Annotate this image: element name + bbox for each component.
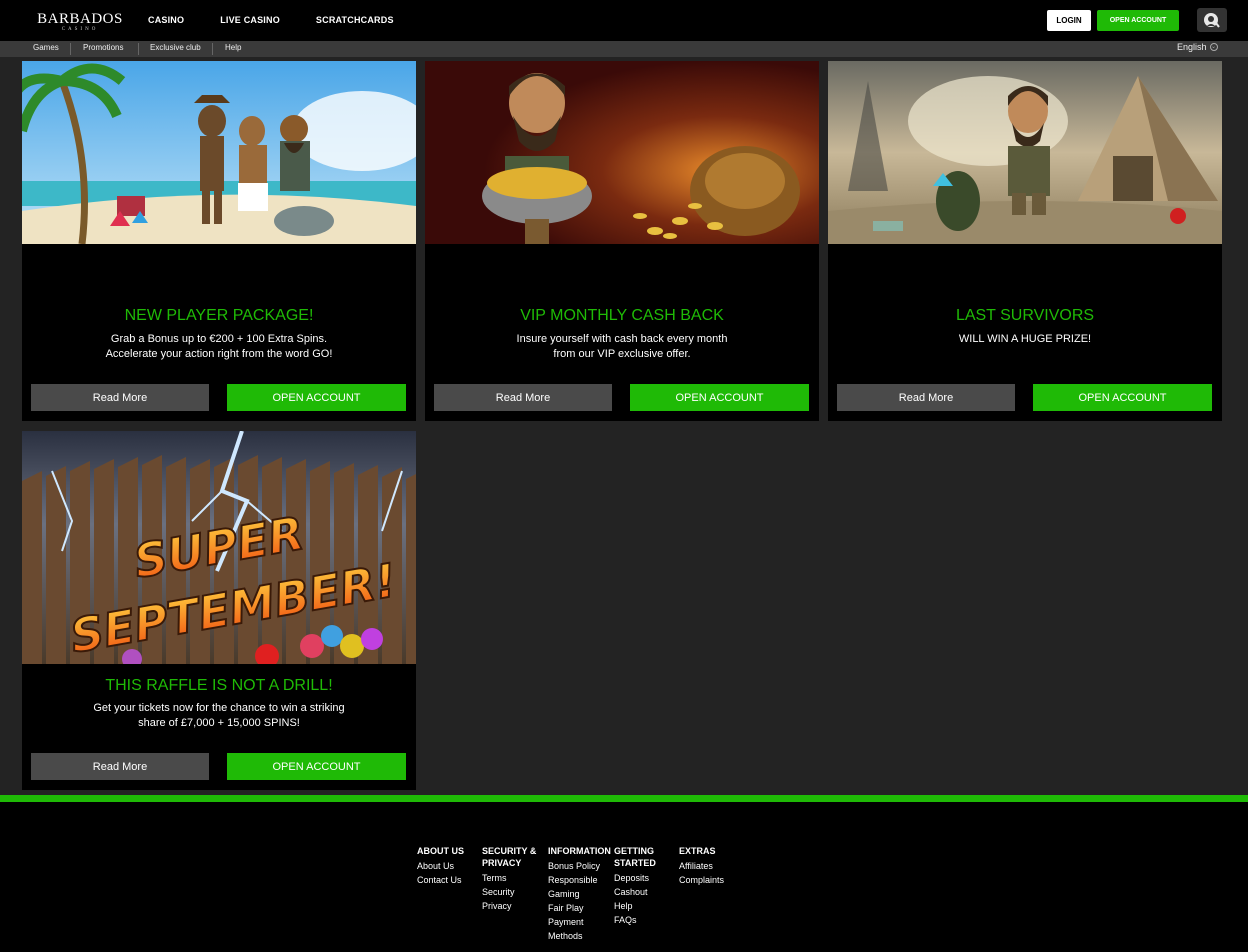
footer-link-privacy[interactable]: Privacy xyxy=(482,899,536,913)
top-bar: BARBADOS CASINO CASINO LIVE CASINO SCRAT… xyxy=(0,0,1248,41)
footer-link-fair-play[interactable]: Fair Play xyxy=(548,901,611,915)
open-account-button[interactable]: OPEN ACCOUNT xyxy=(1033,384,1212,411)
open-account-button[interactable]: OPEN ACCOUNT xyxy=(227,753,406,780)
promo-title: LAST SURVIVORS xyxy=(955,307,1095,324)
promo-description: WILL WIN A HUGE PRIZE! xyxy=(878,332,1172,347)
open-account-button[interactable]: OPEN ACCOUNT xyxy=(1097,10,1179,31)
read-more-button[interactable]: Read More xyxy=(31,384,209,411)
footer-link-methods[interactable]: Methods xyxy=(548,929,611,943)
promo-card-super-september: SUPER SEPTEMBER! THIS RAFFLE IS NOT A DR… xyxy=(22,431,416,790)
barbados-logo[interactable]: BARBADOS CASINO xyxy=(32,11,128,33)
promo-text-line: WILL WIN A HUGE PRIZE! xyxy=(958,333,1092,345)
subnav-divider xyxy=(212,43,213,55)
footer-link-about-us[interactable]: About Us xyxy=(417,859,464,873)
footer-link-security[interactable]: Security xyxy=(482,885,536,899)
footer-link-responsible[interactable]: Responsible xyxy=(548,873,611,887)
footer-heading: SECURITY & PRIVACY xyxy=(482,846,537,868)
footer-heading: GETTING STARTED xyxy=(614,846,656,868)
subnav-promotions[interactable]: Promotions xyxy=(83,43,123,52)
nav-scratchcards[interactable]: SCRATCHCARDS xyxy=(316,15,394,25)
chat-support-button[interactable] xyxy=(1197,8,1227,32)
logo-text: BARBADOS xyxy=(37,11,123,27)
read-more-button[interactable]: Read More xyxy=(31,753,209,780)
language-label: English xyxy=(1177,42,1207,52)
promo-image-super-september: SUPER SEPTEMBER! xyxy=(22,431,416,664)
promo-image-beach xyxy=(22,61,416,244)
footer-link-contact-us[interactable]: Contact Us xyxy=(417,873,464,887)
promo-description: Insure yourself with cash back every mon… xyxy=(475,332,769,362)
footer-link-complaints[interactable]: Complaints xyxy=(679,873,724,887)
language-selector[interactable]: English ⌄ xyxy=(1177,42,1218,52)
footer-column-about: ABOUT US About Us Contact Us xyxy=(417,845,464,887)
footer-column-extras: EXTRAS Affiliates Complaints xyxy=(679,845,724,887)
promo-card-vip-cashback: VIP MONTHLY CASH BACK Insure yourself wi… xyxy=(425,61,819,421)
footer-column-information: INFORMATION Bonus Policy Responsible Gam… xyxy=(548,845,611,943)
footer-heading: EXTRAS xyxy=(679,846,716,856)
footer-link-payment[interactable]: Payment xyxy=(548,915,611,929)
read-more-button[interactable]: Read More xyxy=(837,384,1015,411)
nav-live-casino[interactable]: LIVE CASINO xyxy=(220,15,280,25)
nav-casino[interactable]: CASINO xyxy=(148,15,184,25)
footer-link-deposits[interactable]: Deposits xyxy=(614,871,656,885)
promo-image-pyramid xyxy=(828,61,1222,244)
footer-link-help[interactable]: Help xyxy=(614,899,656,913)
promo-description: Get your tickets now for the chance to w… xyxy=(72,701,366,731)
promo-title: THIS RAFFLE IS NOT A DRILL! xyxy=(105,677,333,694)
footer-column-security: SECURITY & PRIVACY Terms Security Privacy xyxy=(482,845,536,913)
subnav-help[interactable]: Help xyxy=(225,43,241,52)
promo-text-line: Get your tickets now for the chance to w… xyxy=(93,702,345,714)
promo-description: Grab a Bonus up to €200 + 100 Extra Spin… xyxy=(72,332,366,362)
sub-nav: Games Promotions Exclusive club Help Eng… xyxy=(0,41,1248,57)
promo-text-line: Insure yourself with cash back every mon… xyxy=(516,333,728,345)
logo-subtext: CASINO xyxy=(61,27,99,32)
footer-link-cashout[interactable]: Cashout xyxy=(614,885,656,899)
footer-accent-line xyxy=(0,795,1248,802)
read-more-button[interactable]: Read More xyxy=(434,384,612,411)
footer-link-affiliates[interactable]: Affiliates xyxy=(679,859,724,873)
subnav-divider xyxy=(70,43,71,55)
main-nav: CASINO LIVE CASINO SCRATCHCARDS xyxy=(148,15,430,25)
footer-link-faqs[interactable]: FAQs xyxy=(614,913,656,927)
subnav-exclusive-club[interactable]: Exclusive club xyxy=(150,43,201,52)
footer-link-gaming[interactable]: Gaming xyxy=(548,887,611,901)
footer: ABOUT US About Us Contact Us SECURITY & P… xyxy=(0,802,1248,952)
login-button[interactable]: LOGIN xyxy=(1047,10,1091,31)
footer-link-bonus-policy[interactable]: Bonus Policy xyxy=(548,859,611,873)
promo-card-last-survivors: LAST SURVIVORS WILL WIN A HUGE PRIZE! Re… xyxy=(828,61,1222,421)
promo-text-line: Grab a Bonus up to €200 + 100 Extra Spin… xyxy=(110,333,328,345)
subnav-divider xyxy=(138,43,139,55)
promo-title: NEW PLAYER PACKAGE! xyxy=(124,307,314,324)
promo-card-new-player: NEW PLAYER PACKAGE! Grab a Bonus up to €… xyxy=(22,61,416,421)
promo-image-gold-pot xyxy=(425,61,819,244)
subnav-games[interactable]: Games xyxy=(33,43,59,52)
footer-heading: ABOUT US xyxy=(417,846,464,856)
chat-support-icon xyxy=(1204,13,1220,28)
footer-column-getting-started: GETTING STARTED Deposits Cashout Help FAQ… xyxy=(614,845,656,927)
open-account-button[interactable]: OPEN ACCOUNT xyxy=(227,384,406,411)
footer-heading: INFORMATION xyxy=(548,846,611,856)
promo-title: VIP MONTHLY CASH BACK xyxy=(520,307,724,324)
chevron-down-icon: ⌄ xyxy=(1209,43,1218,51)
footer-link-terms[interactable]: Terms xyxy=(482,871,536,885)
open-account-button[interactable]: OPEN ACCOUNT xyxy=(630,384,809,411)
promo-text-line: Accelerate your action right from the wo… xyxy=(105,348,333,360)
promo-text-line: from our VIP exclusive offer. xyxy=(553,348,691,360)
promo-text-line: share of £7,000 + 15,000 SPINS! xyxy=(138,717,300,729)
